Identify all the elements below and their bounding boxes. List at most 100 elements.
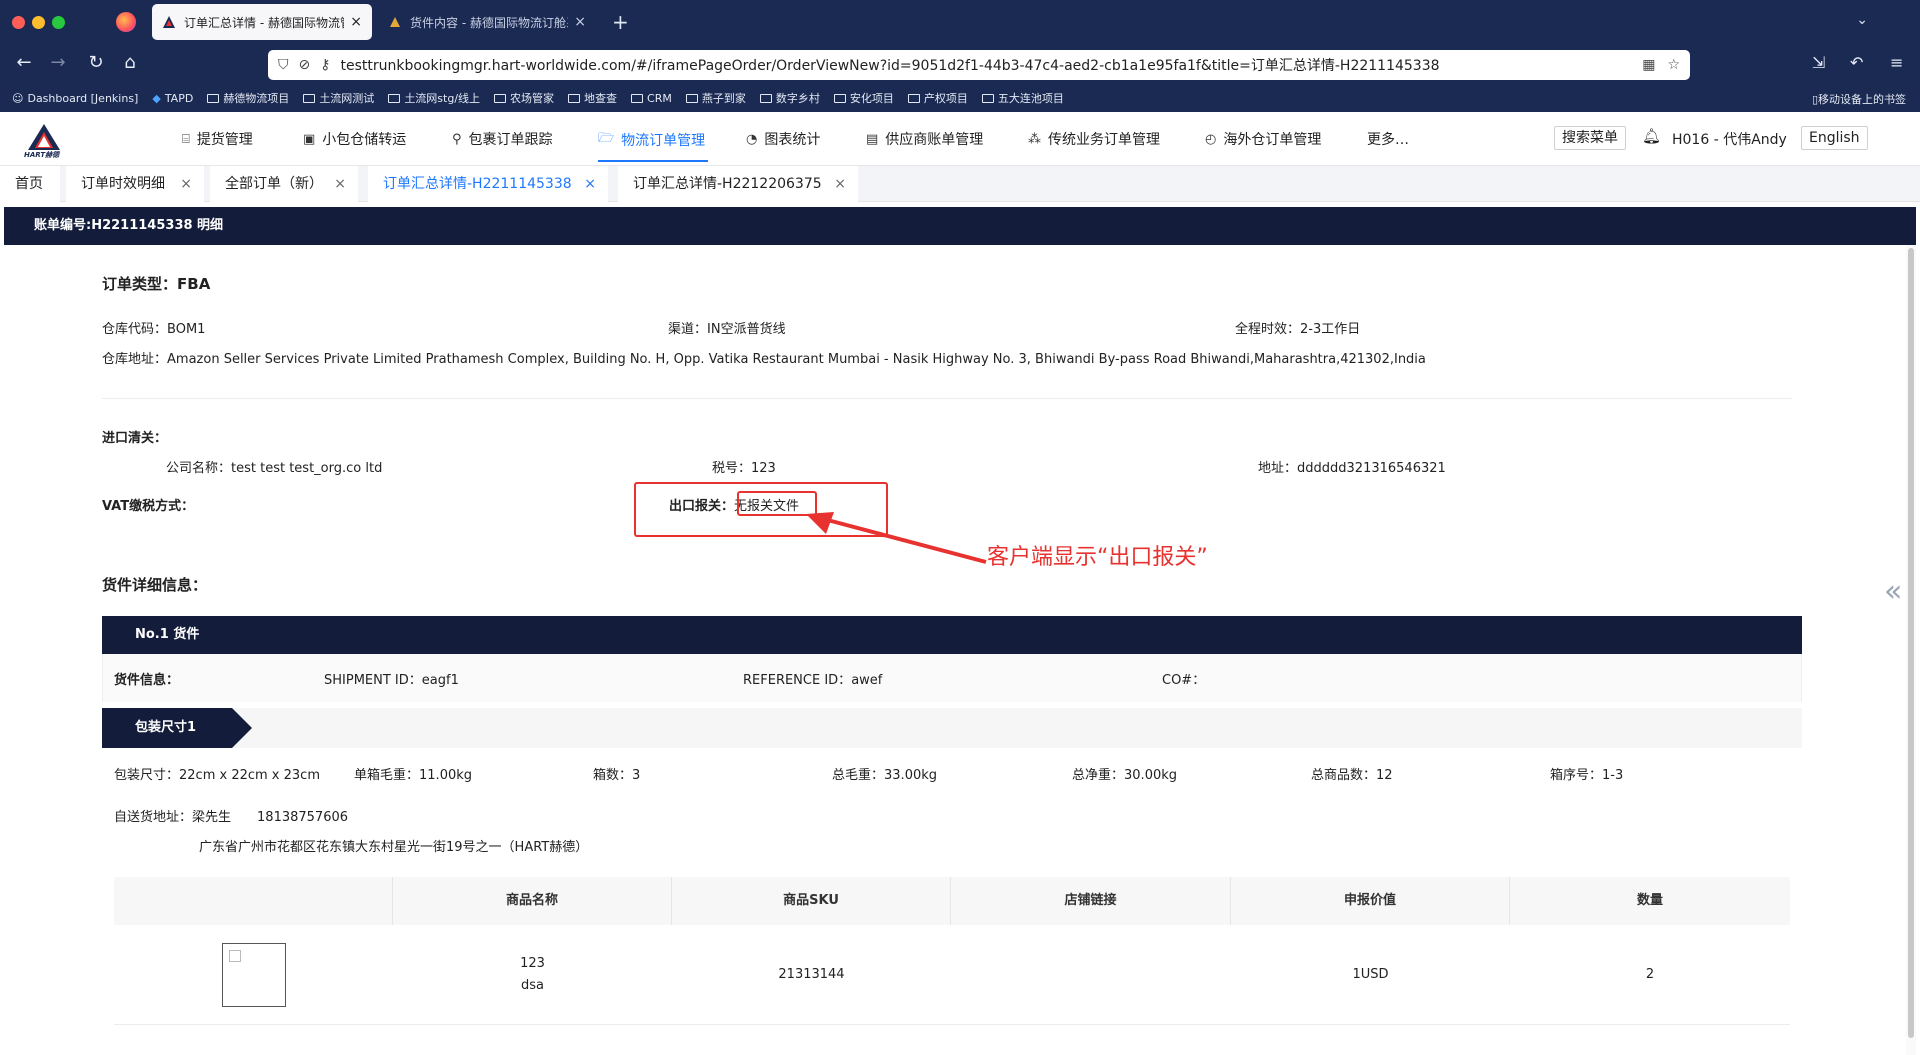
bookmark-item[interactable]: ☺ Dashboard [Jenkins] bbox=[12, 92, 138, 105]
company-name: 公司名称：test test test_org.co ltd bbox=[166, 461, 383, 476]
reload-icon[interactable]: ↻ bbox=[84, 52, 108, 73]
window-maximize-button[interactable] bbox=[52, 16, 65, 29]
folder-icon bbox=[833, 93, 846, 103]
package-tag: 包装尺寸1 bbox=[102, 708, 252, 748]
bookmark-folder[interactable]: 安化项目 bbox=[833, 90, 894, 106]
bookmark-item[interactable]: ◆ TAPD bbox=[152, 92, 193, 105]
metric-box-gross-weight: 单箱毛重：11.00kg bbox=[354, 768, 473, 783]
co-number: CO#： bbox=[1162, 673, 1206, 688]
bookmark-folder[interactable]: 土流网测试 bbox=[303, 90, 374, 106]
cell-image bbox=[114, 925, 393, 1025]
cell-sku: 21313144 bbox=[778, 967, 845, 982]
bookmark-folder[interactable]: 数字乡村 bbox=[759, 90, 820, 106]
folder-icon bbox=[759, 93, 772, 103]
gauge-icon: ◴ bbox=[1205, 131, 1217, 147]
home-icon[interactable]: ⌂ bbox=[118, 52, 142, 73]
section-divider bbox=[102, 398, 1792, 399]
package-row: 包装尺寸1 bbox=[102, 708, 1802, 748]
menu-parcel-storage[interactable]: ▣ 小包仓储转运 bbox=[303, 129, 406, 149]
scrollbar-thumb[interactable] bbox=[1908, 248, 1914, 1038]
broken-image-icon[interactable] bbox=[221, 943, 286, 1007]
cell-store-link[interactable] bbox=[951, 925, 1231, 1025]
tree-icon: ⁂ bbox=[1028, 131, 1041, 147]
key-icon[interactable]: ⚷ bbox=[320, 57, 330, 73]
metric-package-size: 包装尺寸：22cm x 22cm x 23cm bbox=[114, 768, 320, 783]
double-chevron-left-icon[interactable]: « bbox=[1884, 574, 1902, 609]
url-text[interactable]: testtrunkbookingmgr.hart-worldwide.com/#… bbox=[341, 55, 1631, 75]
vat-method-label: VAT缴税方式： bbox=[102, 499, 195, 514]
bell-icon[interactable]: 🔔︎ bbox=[1642, 127, 1661, 145]
close-tab-icon[interactable]: × bbox=[350, 14, 362, 30]
mobile-bookmarks[interactable]: ▯移动设备上的书签 bbox=[1812, 91, 1906, 107]
browser-tab-order-detail[interactable]: 订单汇总详情 - 赫德国际物流管理 × bbox=[152, 4, 372, 40]
metric-box-count: 箱数：3 bbox=[593, 768, 641, 783]
browser-navbar: ← → ↻ ⌂ ⛉ ⊘ ⚷ testtrunkbookingmgr.hart-w… bbox=[0, 44, 1920, 84]
bookmark-folder[interactable]: 农场管家 bbox=[494, 90, 554, 106]
browser-tab-cargo-content[interactable]: 货件内容 - 赫德国际物流订舱系统 × bbox=[378, 4, 596, 40]
extension-icon[interactable]: ⇲ bbox=[1812, 53, 1825, 72]
bookmark-star-icon[interactable]: ☆ bbox=[1667, 57, 1680, 73]
channel: 渠道：IN空派普货线 bbox=[668, 322, 786, 337]
close-icon[interactable]: × bbox=[180, 166, 192, 202]
cargo-info-label: 货件信息： bbox=[114, 673, 180, 688]
close-icon[interactable]: × bbox=[834, 166, 846, 202]
folder-icon bbox=[388, 93, 401, 103]
cell-quantity: 2 bbox=[1645, 967, 1655, 982]
page-tab-order-detail-h2212206375[interactable]: 订单汇总详情-H2212206375 × bbox=[618, 166, 858, 202]
chevron-down-icon[interactable]: ⌄ bbox=[1856, 12, 1868, 28]
menu-pickup[interactable]: ⌸ 提货管理 bbox=[182, 129, 253, 149]
user-name[interactable]: H016 - 代伟Andy bbox=[1672, 129, 1787, 149]
page-tab-order-detail-h2211145338[interactable]: 订单汇总详情-H2211145338 × bbox=[368, 166, 608, 202]
menu-icon[interactable]: ≡ bbox=[1890, 53, 1903, 72]
bookmark-folder[interactable]: 地查查 bbox=[568, 90, 617, 106]
shield-icon[interactable]: ⛉ bbox=[278, 57, 289, 73]
search-menu-button[interactable]: 搜索菜单 bbox=[1554, 126, 1626, 150]
close-icon[interactable]: × bbox=[334, 166, 346, 202]
window-close-button[interactable] bbox=[12, 16, 25, 29]
annotation-arrow-icon bbox=[806, 512, 987, 564]
undo-icon[interactable]: ↶ bbox=[1850, 53, 1863, 72]
page-tab-order-timeliness[interactable]: 订单时效明细 × bbox=[66, 166, 204, 202]
page-tab-all-orders[interactable]: 全部订单（新） × bbox=[210, 166, 358, 202]
menu-parcel-tracking[interactable]: ⚲ 包裹订单跟踪 bbox=[452, 129, 553, 149]
bookmark-folder[interactable]: 燕子到家 bbox=[685, 90, 746, 106]
address-bar[interactable]: ⛉ ⊘ ⚷ testtrunkbookingmgr.hart-worldwide… bbox=[268, 50, 1690, 80]
annotation-text: 客户端显示“出口报关” bbox=[987, 545, 1208, 570]
menu-charts[interactable]: ◔ 图表统计 bbox=[746, 129, 820, 149]
lock-icon[interactable]: ⊘ bbox=[299, 57, 311, 73]
search-icon: ⚲ bbox=[452, 131, 462, 147]
qr-code-icon[interactable]: ▦ bbox=[1642, 57, 1655, 73]
bookmark-folder[interactable]: CRM bbox=[631, 92, 672, 105]
bookmark-folder[interactable]: 赫德物流项目 bbox=[207, 90, 289, 106]
folder-icon bbox=[207, 93, 220, 103]
back-icon[interactable]: ← bbox=[12, 52, 36, 73]
folder-icon bbox=[494, 93, 507, 103]
menu-logistics-orders[interactable]: 🗁 物流订单管理 bbox=[598, 129, 705, 151]
col-sku: 商品SKU bbox=[672, 877, 951, 925]
menu-supplier-bills[interactable]: ▤ 供应商账单管理 bbox=[866, 129, 983, 149]
bookmark-folder[interactable]: 产权项目 bbox=[907, 90, 968, 106]
menu-traditional-orders[interactable]: ⁂ 传统业务订单管理 bbox=[1028, 129, 1160, 149]
bookmark-folder[interactable]: 五大连池项目 bbox=[981, 90, 1064, 106]
pie-chart-icon: ◔ bbox=[746, 131, 758, 147]
firefox-icon[interactable] bbox=[116, 12, 136, 32]
table-row: 123 dsa 21313144 1USD 2 bbox=[114, 925, 1790, 1025]
window-minimize-button[interactable] bbox=[32, 16, 45, 29]
cargo-section-title: 货件详细信息： bbox=[102, 576, 208, 594]
folder-icon bbox=[907, 93, 920, 103]
detail-title-bar: 账单编号:H2211145338 明细 bbox=[4, 207, 1916, 245]
new-tab-icon[interactable]: + bbox=[612, 10, 629, 34]
close-icon[interactable]: × bbox=[584, 166, 596, 202]
forward-icon[interactable]: → bbox=[46, 52, 70, 73]
page-tab-home[interactable]: 首页 bbox=[0, 166, 60, 202]
col-product-name: 商品名称 bbox=[393, 877, 672, 925]
language-button[interactable]: English bbox=[1801, 126, 1868, 150]
truck-icon: ⌸ bbox=[182, 131, 190, 147]
menu-more[interactable]: 更多… bbox=[1367, 129, 1409, 149]
hart-logo[interactable]: HART赫德 bbox=[22, 122, 66, 160]
folder-icon bbox=[981, 93, 994, 103]
bookmark-folder[interactable]: 土流网stg/线上 bbox=[388, 90, 480, 106]
menu-overseas-warehouse[interactable]: ◴ 海外仓订单管理 bbox=[1205, 129, 1321, 149]
table-header: 商品名称 商品SKU 店铺链接 申报价值 数量 bbox=[114, 877, 1790, 925]
close-tab-icon[interactable]: × bbox=[574, 14, 586, 30]
